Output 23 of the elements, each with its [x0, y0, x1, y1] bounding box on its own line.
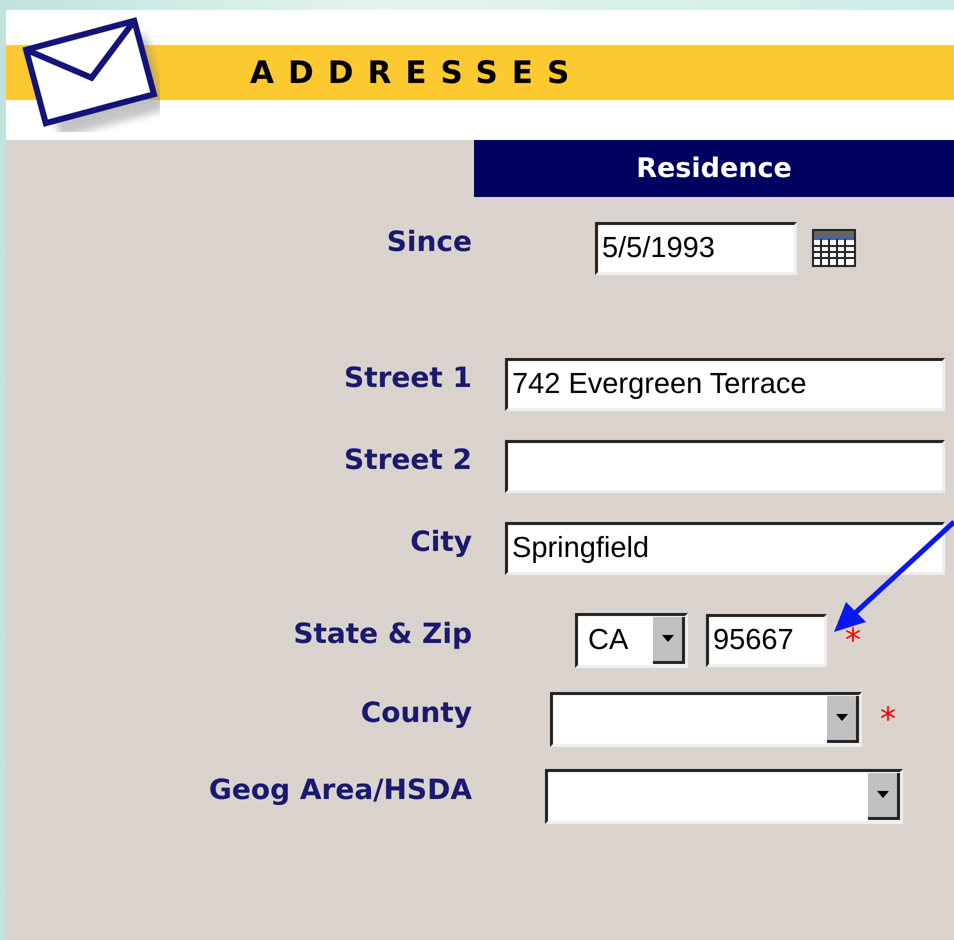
field-label: County [360, 696, 472, 730]
dropdown-field[interactable] [545, 768, 903, 824]
caret-icon [876, 791, 888, 798]
calendar-icon[interactable] [812, 229, 856, 267]
field-label: Since [386, 224, 472, 260]
section-header: Residence [474, 140, 954, 197]
field-label: Street 1 [344, 360, 472, 396]
field-label: State & Zip [293, 616, 472, 652]
state-select[interactable]: CA [575, 612, 688, 668]
text-field[interactable]: Springfield [505, 522, 945, 574]
text-field[interactable] [505, 440, 945, 492]
date-field[interactable]: 5/5/1993 [595, 222, 797, 274]
required-marker: * [845, 621, 861, 659]
field-label: City [410, 524, 472, 560]
zip-field[interactable]: 95667 [706, 614, 827, 666]
caret-icon [662, 635, 674, 642]
dropdown-field[interactable] [550, 692, 862, 746]
field-label: Geog Area/HSDA [208, 772, 472, 808]
caret-icon [836, 714, 848, 721]
field-label: Street 2 [344, 442, 472, 478]
page-title: ADDRESSES [250, 54, 584, 90]
text-field[interactable]: 742 Evergreen Terrace [505, 358, 945, 410]
required-marker: * [880, 700, 896, 738]
